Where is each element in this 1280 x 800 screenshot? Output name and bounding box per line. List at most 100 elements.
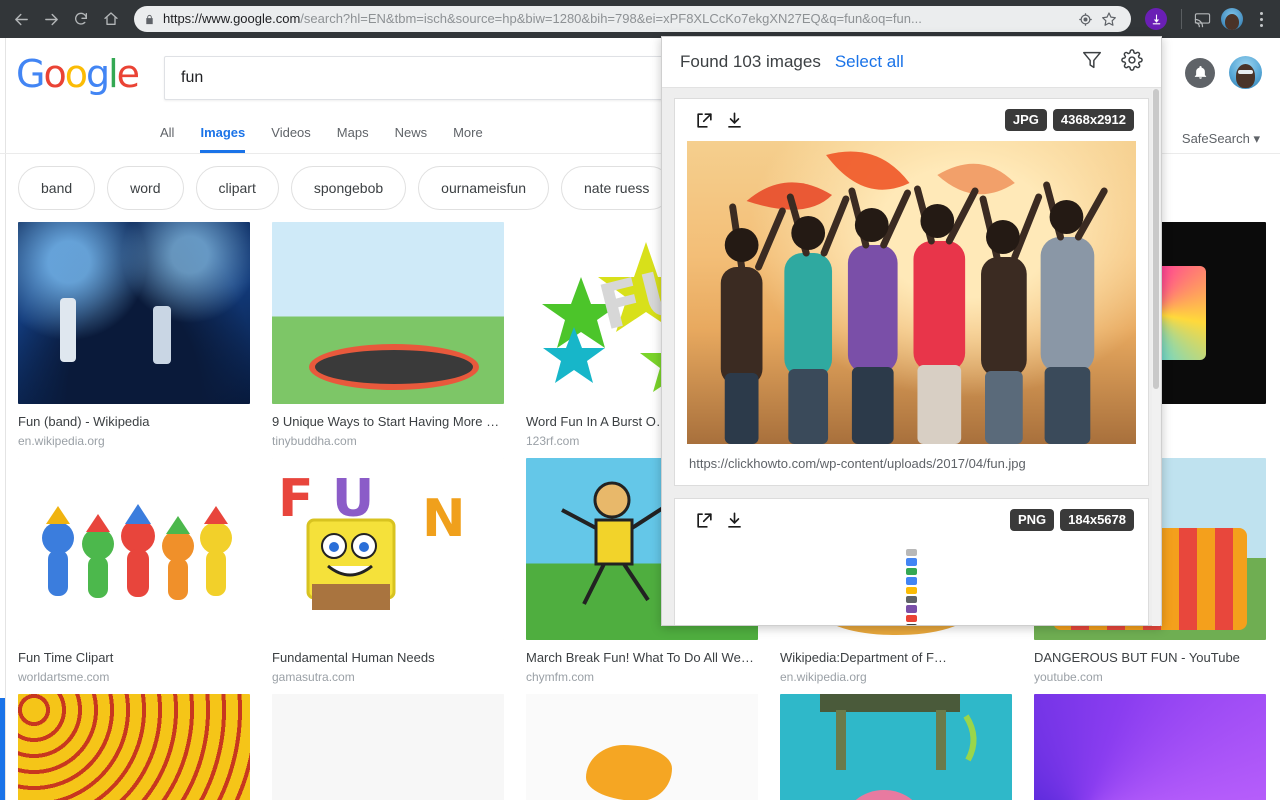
result-item[interactable] [18, 694, 250, 800]
gear-icon[interactable] [1121, 48, 1143, 76]
format-badge: PNG [1009, 509, 1055, 531]
result-source: tinybuddha.com [272, 434, 357, 448]
result-item[interactable] [780, 694, 1012, 800]
profile-avatar-icon[interactable] [1221, 8, 1243, 30]
chip-nate-ruess[interactable]: nate ruess [561, 166, 673, 210]
result-source: en.wikipedia.org [18, 434, 105, 448]
image-downloader-popup: Found 103 images Select all JPG 4368x291… [661, 36, 1162, 626]
result-title[interactable]: Wikipedia:Department of F… [780, 650, 1012, 665]
browser-toolbar: https://www.google.com/search?hl=EN&tbm=… [0, 0, 1280, 38]
result-source: en.wikipedia.org [780, 670, 867, 684]
external-link-icon[interactable] [689, 105, 719, 135]
result-title[interactable]: DANGEROUS BUT FUN - YouTube [1034, 650, 1266, 665]
result-thumbnail[interactable] [272, 694, 504, 800]
toolbar-divider [1181, 9, 1182, 29]
download-extension-icon[interactable] [1145, 8, 1167, 30]
results-row [18, 694, 1280, 800]
result-item[interactable]: 9 Unique Ways to Start Having More … tin… [272, 222, 504, 448]
thumbnail-art [272, 222, 504, 404]
download-icon[interactable] [719, 505, 749, 535]
tab-more[interactable]: More [453, 125, 483, 153]
result-thumbnail[interactable] [272, 222, 504, 404]
address-bar[interactable]: https://www.google.com/search?hl=EN&tbm=… [134, 6, 1131, 32]
thumbnail-art [526, 694, 758, 800]
result-thumbnail[interactable] [18, 694, 250, 800]
location-target-icon[interactable] [1073, 7, 1097, 31]
chip-word[interactable]: word [107, 166, 184, 210]
result-thumbnail[interactable] [526, 694, 758, 800]
popup-scrollbar[interactable] [1152, 89, 1160, 626]
result-thumbnail[interactable] [1034, 694, 1266, 800]
url-host: https://www.google.com [163, 11, 301, 26]
dimensions-badge: 4368x2912 [1052, 109, 1134, 131]
tab-all[interactable]: All [160, 125, 174, 153]
result-title[interactable]: Fun (band) - Wikipedia [18, 414, 250, 429]
card-image-url[interactable]: https://clickhowto.com/wp-content/upload… [675, 444, 1148, 485]
thumbnail-art [1034, 694, 1266, 800]
result-source: youtube.com [1034, 670, 1103, 684]
result-item[interactable] [1034, 694, 1266, 800]
tab-videos[interactable]: Videos [271, 125, 311, 153]
preview-image[interactable] [687, 141, 1136, 444]
google-logo[interactable]: Google [16, 52, 140, 97]
result-thumbnail[interactable] [18, 222, 250, 404]
result-title[interactable]: March Break Fun! What To Do All Week … [526, 650, 758, 665]
filter-funnel-icon[interactable] [1081, 49, 1103, 76]
card-preview[interactable] [675, 141, 1148, 444]
tab-images[interactable]: Images [200, 125, 246, 153]
chip-ournameisfun[interactable]: ournameisfun [418, 166, 549, 210]
result-item[interactable]: F U N Fundamental Human Needs gamasutra.… [272, 458, 504, 684]
account-avatar-icon[interactable] [1229, 56, 1262, 89]
result-item[interactable]: Fun (band) - Wikipedia en.wikipedia.org [18, 222, 250, 448]
tab-news[interactable]: News [395, 125, 428, 153]
result-source: worldartsme.com [18, 670, 110, 684]
kebab-menu-icon[interactable] [1248, 11, 1274, 27]
safesearch-label: SafeSearch [1181, 131, 1250, 146]
card-toolbar: PNG 184x5678 [675, 499, 1148, 541]
chip-band[interactable]: band [18, 166, 96, 210]
result-thumbnail[interactable]: F U N [272, 458, 504, 640]
thumbnail-art [18, 222, 250, 404]
download-icon[interactable] [719, 105, 749, 135]
star-icon[interactable] [1097, 7, 1121, 31]
svg-text:N: N [422, 489, 466, 549]
home-icon[interactable] [96, 4, 126, 34]
tab-maps[interactable]: Maps [337, 125, 369, 153]
result-item[interactable]: Fun Time Clipart worldartsme.com [18, 458, 250, 684]
result-source: gamasutra.com [272, 670, 355, 684]
image-card[interactable]: PNG 184x5678 [674, 498, 1149, 625]
url-text: https://www.google.com/search?hl=EN&tbm=… [163, 6, 1073, 32]
result-title[interactable]: Fun Time Clipart [18, 650, 250, 665]
chip-spongebob[interactable]: spongebob [290, 166, 407, 210]
result-thumbnail[interactable] [780, 694, 1012, 800]
result-thumbnail[interactable] [18, 458, 250, 640]
cast-icon[interactable] [1188, 5, 1216, 33]
back-arrow-icon[interactable] [6, 4, 36, 34]
reload-icon[interactable] [66, 4, 96, 34]
result-item[interactable] [526, 694, 758, 800]
card-toolbar: JPG 4368x2912 [675, 99, 1148, 141]
lock-icon [144, 13, 155, 26]
card-preview[interactable] [675, 541, 1148, 625]
notification-bell-icon[interactable] [1185, 57, 1215, 88]
header-right [1185, 56, 1262, 89]
preview-image-sprite [905, 549, 919, 625]
card-badges: PNG 184x5678 [1009, 509, 1134, 531]
thumbnail-art: F U N [272, 458, 504, 640]
result-title[interactable]: 9 Unique Ways to Start Having More … [272, 414, 504, 429]
forward-arrow-icon[interactable] [36, 4, 66, 34]
svg-text:F: F [278, 469, 314, 529]
card-badges: JPG 4368x2912 [1004, 109, 1134, 131]
scrollbar-thumb[interactable] [1153, 89, 1159, 389]
result-title[interactable]: Fundamental Human Needs [272, 650, 504, 665]
image-card[interactable]: JPG 4368x2912 https://clickhowto.com/wp-… [674, 98, 1149, 486]
result-item[interactable] [272, 694, 504, 800]
popup-header: Found 103 images Select all [662, 37, 1161, 88]
safesearch-dropdown[interactable]: SafeSearch ▾ [1182, 131, 1260, 147]
thumbnail-art [18, 694, 250, 800]
chip-clipart[interactable]: clipart [195, 166, 279, 210]
chrome-right-icons [1137, 5, 1274, 33]
select-all-link[interactable]: Select all [835, 52, 904, 72]
external-link-icon[interactable] [689, 505, 719, 535]
popup-image-list[interactable]: JPG 4368x2912 https://clickhowto.com/wp-… [662, 88, 1161, 625]
